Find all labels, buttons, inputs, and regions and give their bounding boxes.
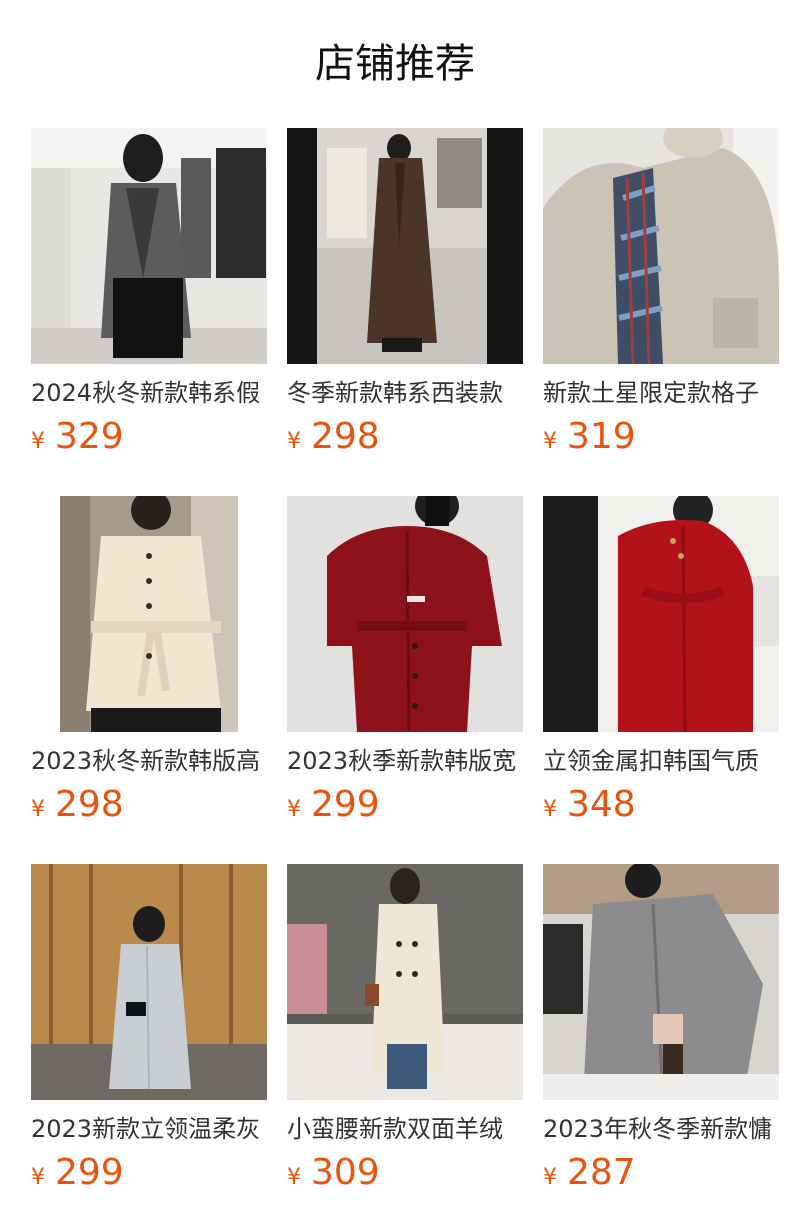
product-card[interactable]: 2023秋冬新款韩版高 ¥ 298 [31,496,267,864]
product-image[interactable] [543,864,779,1100]
product-name[interactable]: 2023秋冬新款韩版高 [31,744,267,778]
currency-symbol: ¥ [31,797,45,822]
product-price: 319 [567,416,636,457]
product-image[interactable] [31,496,267,732]
section-title: 店铺推荐 [315,41,475,87]
currency-symbol: ¥ [543,429,557,454]
product-card[interactable]: 新款土星限定款格子 ¥ 319 [543,128,779,496]
product-image[interactable] [31,864,267,1100]
product-card[interactable]: 小蛮腰新款双面羊绒 ¥ 309 [287,864,523,1232]
product-image[interactable] [31,128,267,364]
product-image[interactable] [543,496,779,732]
price-row: ¥ 298 [287,412,523,462]
ivory-double-breasted-coat-photo [287,864,523,1100]
product-price: 348 [567,784,636,825]
gray-long-coat-photo [31,128,267,364]
product-card[interactable]: 2023秋季新款韩版宽 ¥ 299 [287,496,523,864]
product-name[interactable]: 2023新款立领温柔灰 [31,1112,267,1146]
light-gray-coat-photo [31,864,267,1100]
product-name[interactable]: 小蛮腰新款双面羊绒 [287,1112,523,1146]
currency-symbol: ¥ [287,797,301,822]
currency-symbol: ¥ [287,429,301,454]
price-row: ¥ 309 [287,1148,523,1198]
product-name[interactable]: 立领金属扣韩国气质 [543,744,779,778]
product-price: 329 [55,416,124,457]
currency-symbol: ¥ [543,1165,557,1190]
product-image[interactable] [543,128,779,364]
price-row: ¥ 329 [31,412,267,462]
currency-symbol: ¥ [31,1165,45,1190]
product-price: 298 [311,416,380,457]
price-row: ¥ 319 [543,412,779,462]
product-name[interactable]: 冬季新款韩系西装款 [287,376,523,410]
burgundy-belted-coat-photo [287,496,523,732]
price-row: ¥ 287 [543,1148,779,1198]
price-row: ¥ 299 [31,1148,267,1198]
currency-symbol: ¥ [543,797,557,822]
brown-long-coat-photo [287,128,523,364]
product-price: 309 [311,1152,380,1193]
product-price: 287 [567,1152,636,1193]
product-name[interactable]: 新款土星限定款格子 [543,376,779,410]
product-card[interactable]: 2024秋冬新款韩系假 ¥ 329 [31,128,267,496]
product-card[interactable]: 2023新款立领温柔灰 ¥ 299 [31,864,267,1232]
store-recommendations-page: 店铺推荐 2024秋冬新款韩系假 ¥ 329 冬季新款韩系西装款 ¥ 298 新… [0,0,790,1232]
beige-coat-plaid-scarf-photo [543,128,779,364]
red-standcollar-coat-photo [543,496,779,732]
product-name[interactable]: 2023年秋冬季新款慵 [543,1112,779,1146]
product-image[interactable] [287,864,523,1100]
cream-belted-coat-photo [31,496,267,732]
product-grid: 2024秋冬新款韩系假 ¥ 329 冬季新款韩系西装款 ¥ 298 新款土星限定… [31,128,790,1232]
product-price: 299 [311,784,380,825]
product-card[interactable]: 冬季新款韩系西装款 ¥ 298 [287,128,523,496]
product-price: 298 [55,784,124,825]
product-name[interactable]: 2023秋季新款韩版宽 [287,744,523,778]
price-row: ¥ 348 [543,780,779,830]
gray-oversized-coat-photo [543,864,779,1100]
price-row: ¥ 299 [287,780,523,830]
currency-symbol: ¥ [31,429,45,454]
price-row: ¥ 298 [31,780,267,830]
product-price: 299 [55,1152,124,1193]
product-image[interactable] [287,496,523,732]
currency-symbol: ¥ [287,1165,301,1190]
product-image[interactable] [287,128,523,364]
product-name[interactable]: 2024秋冬新款韩系假 [31,376,267,410]
product-card[interactable]: 立领金属扣韩国气质 ¥ 348 [543,496,779,864]
product-card[interactable]: 2023年秋冬季新款慵 ¥ 287 [543,864,779,1232]
